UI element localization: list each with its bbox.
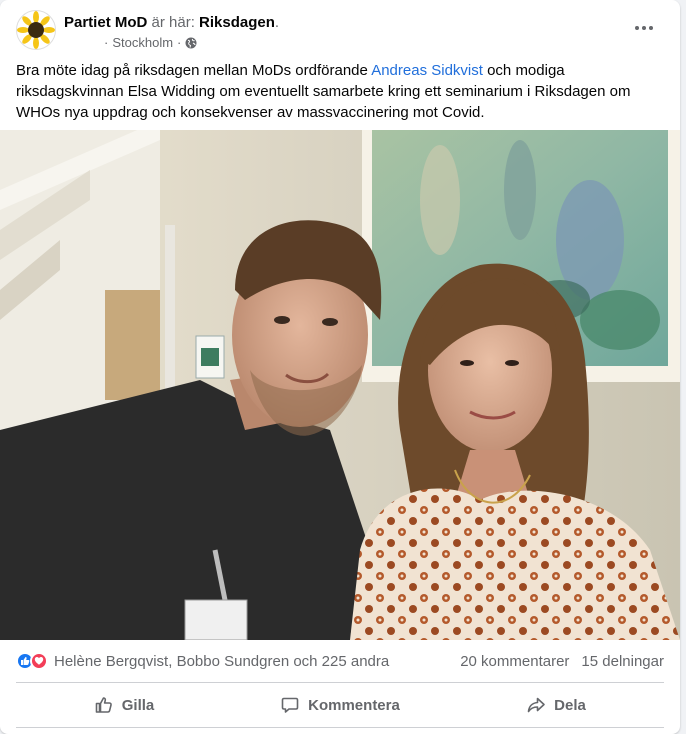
photo-illustration [0, 130, 680, 640]
reaction-icons[interactable] [16, 652, 48, 670]
post-title-line: Partiet MoD är här: Riksdagen. [64, 13, 279, 32]
comments-count[interactable]: 20 kommentarer [460, 653, 569, 670]
share-label: Dela [554, 696, 586, 714]
post-actions: Gilla Kommentera Dela [16, 685, 664, 725]
author-name[interactable]: Partiet MoD [64, 14, 147, 31]
divider-bottom [16, 727, 664, 728]
share-icon [527, 697, 545, 713]
meta-dot: · [104, 35, 109, 50]
mention-link[interactable]: Andreas Sidkvist [371, 62, 483, 79]
thumbs-up-icon [95, 697, 112, 713]
more-dot [642, 26, 646, 30]
shares-count[interactable]: 15 delningar [581, 653, 664, 670]
more-dot [649, 26, 653, 30]
like-label: Gilla [121, 696, 155, 714]
post-header: Partiet MoD är här: Riksdagen. · Stockho… [0, 0, 680, 60]
post-location[interactable]: Stockholm [112, 35, 173, 50]
comment-button[interactable]: Kommentera [232, 687, 448, 723]
comment-label: Kommentera [308, 696, 400, 714]
page-avatar[interactable] [16, 10, 56, 50]
more-options-icon[interactable] [628, 16, 660, 40]
checkin-text: är här: [151, 14, 195, 31]
more-dot [635, 26, 639, 30]
post-text-before: Bra möte idag på riksdagen mellan MoDs o… [16, 62, 372, 79]
post-meta: · Stockholm · [64, 35, 279, 50]
comment-icon [281, 697, 299, 713]
sunflower-logo-icon [17, 11, 55, 49]
post-header-text: Partiet MoD är här: Riksdagen. · Stockho… [64, 13, 279, 60]
facebook-post-card: Partiet MoD är här: Riksdagen. · Stockho… [0, 0, 680, 734]
like-button[interactable]: Gilla [16, 687, 232, 723]
post-stats: Helène Bergqvist, Bobbo Sundgren och 225… [0, 640, 680, 682]
globe-icon[interactable] [185, 37, 197, 49]
post-body-text: Bra möte idag på riksdagen mellan MoDs o… [0, 60, 680, 130]
reactions-text[interactable]: Helène Bergqvist, Bobbo Sundgren och 225… [54, 653, 389, 670]
love-reaction-icon [30, 652, 48, 670]
post-photo[interactable] [0, 130, 680, 640]
checkin-place-suffix: . [274, 14, 280, 31]
stats-right: 20 kommentarer 15 delningar [460, 653, 664, 670]
meta-dot: · [177, 35, 182, 50]
share-button[interactable]: Dela [448, 687, 664, 723]
checkin-place[interactable]: Riksdagen [199, 14, 275, 31]
divider-top [16, 682, 664, 683]
